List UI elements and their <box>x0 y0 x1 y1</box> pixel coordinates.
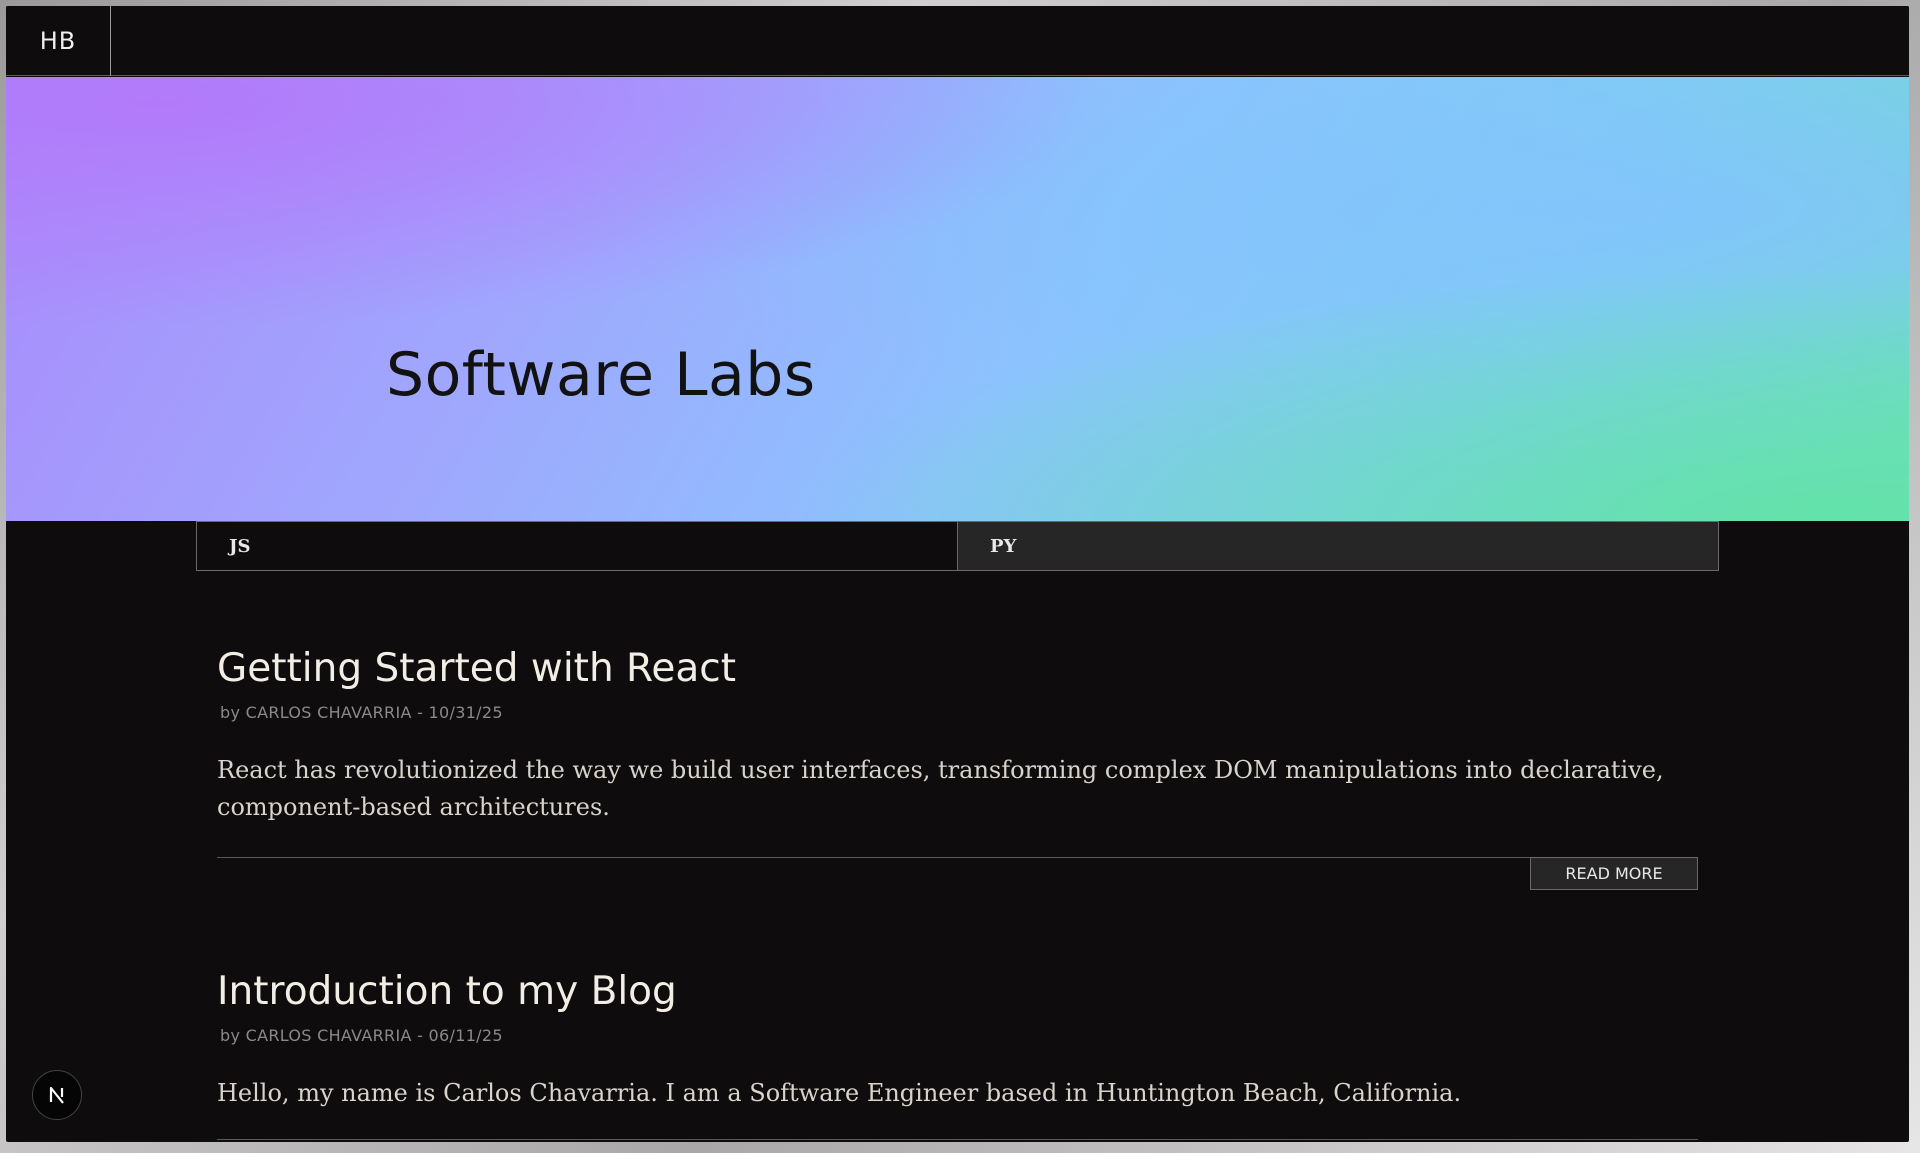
read-more-button[interactable]: READ MORE <box>1530 857 1698 890</box>
nextjs-dev-indicator[interactable] <box>32 1070 82 1120</box>
tab-py[interactable]: PY <box>958 522 1718 570</box>
browser-viewport: HB Software Labs JS PY Getting Started w… <box>6 6 1909 1142</box>
post-divider <box>217 1139 1698 1140</box>
post-divider <box>217 857 1698 858</box>
post-title[interactable]: Introduction to my Blog <box>217 969 1698 1014</box>
top-navbar: HB <box>6 6 1909 76</box>
post-title[interactable]: Getting Started with React <box>217 646 1698 691</box>
language-tabs: JS PY <box>196 521 1719 571</box>
post-excerpt: Hello, my name is Carlos Chavarria. I am… <box>217 1079 1462 1107</box>
post-meta: by CARLOS CHAVARRIA - 10/31/25 <box>220 703 503 722</box>
post-card: Getting Started with React by CARLOS CHA… <box>217 646 1698 890</box>
hero-banner: Software Labs <box>6 77 1909 521</box>
tab-js[interactable]: JS <box>197 522 958 570</box>
hero-title: Software Labs <box>386 340 816 410</box>
post-meta: by CARLOS CHAVARRIA - 06/11/25 <box>220 1026 503 1045</box>
post-excerpt: React has revolutionized the way we buil… <box>217 756 1664 821</box>
post-card: Introduction to my Blog by CARLOS CHAVAR… <box>217 969 1698 1140</box>
nextjs-icon <box>49 1086 64 1104</box>
site-logo[interactable]: HB <box>6 6 111 76</box>
